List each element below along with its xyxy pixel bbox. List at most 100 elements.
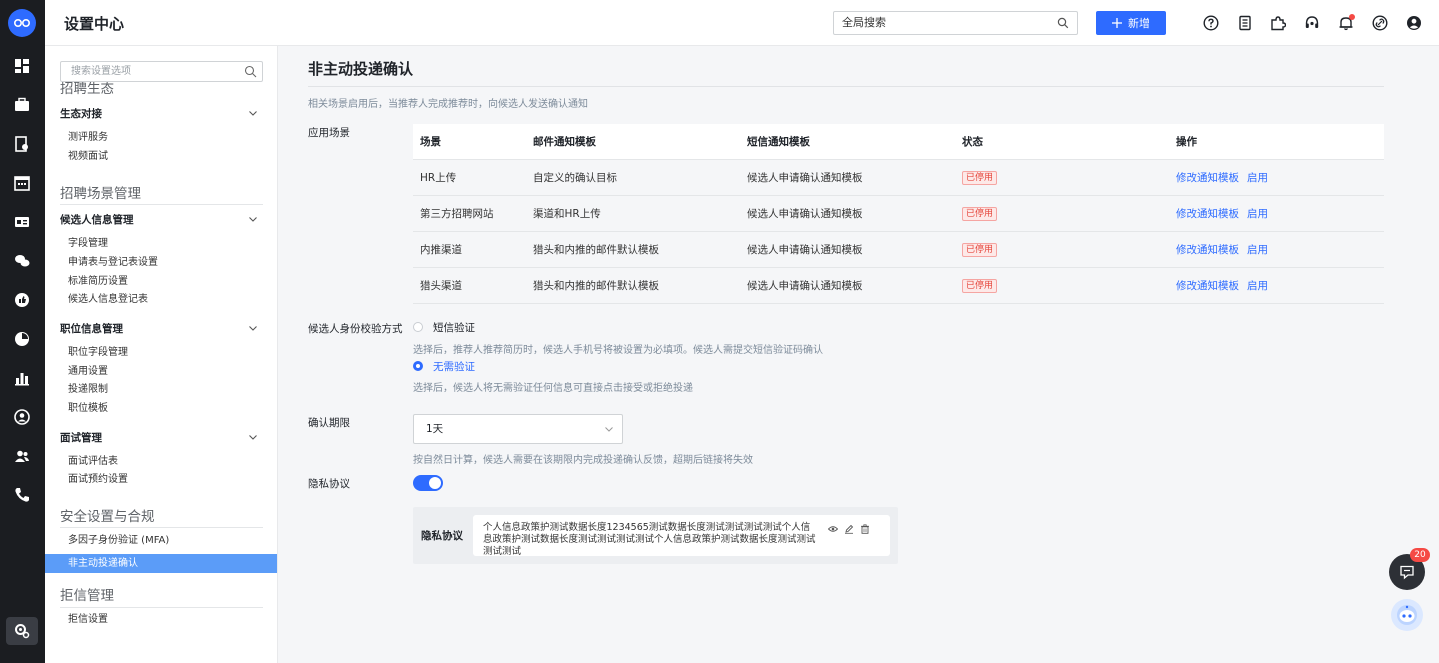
edit-icon[interactable] — [844, 524, 854, 534]
chevron-down-icon[interactable] — [248, 432, 258, 442]
help-icon[interactable] — [1203, 15, 1219, 31]
sidebar-item-position-fields[interactable]: 职位字段管理 — [68, 343, 128, 358]
radio-sms-verify[interactable] — [413, 322, 423, 332]
phone-icon[interactable] — [13, 486, 31, 504]
id-card-icon[interactable] — [13, 213, 31, 231]
toggle-knob — [429, 477, 441, 489]
section-position-info[interactable]: 职位信息管理 — [60, 321, 123, 336]
link-icon[interactable] — [1372, 15, 1388, 31]
table-header: 场景 邮件通知模板 短信通知模板 状态 操作 — [413, 124, 1384, 160]
edit-template-link[interactable]: 修改通知模板 — [1176, 280, 1239, 292]
message-icon — [1400, 565, 1414, 580]
privacy-policy-text: 个人信息政策护测试数据长度1234565测试数据长度测试测试测试测试个人信息政策… — [483, 522, 816, 557]
section-candidate-info[interactable]: 候选人信息管理 — [60, 212, 134, 227]
column-header: 邮件通知模板 — [533, 136, 596, 148]
bar-chart-icon[interactable] — [13, 369, 31, 387]
sidebar-item-interview-booking[interactable]: 面试预约设置 — [68, 470, 128, 485]
headset-icon[interactable] — [1304, 15, 1320, 31]
divider — [60, 527, 263, 528]
enable-link[interactable]: 启用 — [1247, 172, 1268, 184]
settings-gear-icon[interactable] — [6, 617, 38, 645]
sms-template-cell: 候选人申请确认通知模板 — [747, 172, 863, 184]
thumbs-up-icon[interactable] — [13, 291, 31, 309]
chat-icon[interactable] — [13, 252, 31, 270]
settings-search-input[interactable]: 搜索设置选项 — [60, 61, 263, 82]
dashboard-icon[interactable] — [13, 57, 31, 75]
user-circle-icon[interactable] — [13, 408, 31, 426]
sidebar-item-passive-delivery-confirm[interactable]: 非主动投递确认 — [45, 554, 277, 573]
app-logo-icon[interactable] — [8, 9, 36, 37]
sidebar-item-rejection-settings[interactable]: 拒信设置 — [68, 610, 108, 625]
radio-no-verify[interactable] — [413, 361, 423, 371]
sidebar-item-mfa[interactable]: 多因子身份验证 (MFA) — [68, 531, 169, 546]
table-row: HR上传 自定义的确认目标 候选人申请确认通知模板 已停用 修改通知模板 启用 — [413, 160, 1384, 196]
privacy-toggle[interactable] — [413, 475, 443, 491]
global-search-input[interactable]: 全局搜索 — [833, 11, 1078, 35]
group-security-compliance: 安全设置与合规 — [60, 509, 155, 525]
group-recruit-scene: 招聘场景管理 — [60, 186, 141, 202]
sms-verify-label[interactable]: 短信验证 — [433, 320, 475, 335]
no-verify-label[interactable]: 无需验证 — [433, 359, 475, 374]
briefcase-icon[interactable] — [13, 96, 31, 114]
delete-icon[interactable] — [860, 524, 870, 534]
privacy-label: 隐私协议 — [308, 478, 350, 490]
column-header: 状态 — [962, 136, 983, 148]
enable-link[interactable]: 启用 — [1247, 208, 1268, 220]
status-cell: 已停用 — [962, 160, 998, 196]
scene-cell: 猎头渠道 — [420, 280, 462, 292]
team-icon[interactable] — [13, 447, 31, 465]
document-icon[interactable] — [1237, 15, 1253, 31]
sms-template-cell: 候选人申请确认通知模板 — [747, 244, 863, 256]
sidebar-item-field-management[interactable]: 字段管理 — [68, 234, 108, 249]
deadline-value: 1天 — [426, 423, 444, 435]
sidebar-item-interview-evaluation[interactable]: 面试评估表 — [68, 452, 118, 467]
edit-template-link[interactable]: 修改通知模板 — [1176, 208, 1239, 220]
chevron-down-icon[interactable] — [248, 108, 258, 118]
sidebar-item-application-form[interactable]: 申请表与登记表设置 — [68, 253, 158, 268]
assistant-bot-button[interactable] — [1391, 599, 1423, 631]
section-interview[interactable]: 面试管理 — [60, 430, 102, 445]
sms-template-cell: 候选人申请确认通知模板 — [747, 208, 863, 220]
sidebar-item-assessment[interactable]: 测评服务 — [68, 128, 108, 143]
table-row: 第三方招聘网站 渠道和HR上传 候选人申请确认通知模板 已停用 修改通知模板 启用 — [413, 196, 1384, 232]
sidebar-item-general-settings[interactable]: 通用设置 — [68, 362, 108, 377]
enable-link[interactable]: 启用 — [1247, 280, 1268, 292]
column-header: 场景 — [420, 136, 441, 148]
privacy-box-label: 隐私协议 — [421, 530, 463, 542]
status-cell: 已停用 — [962, 196, 998, 232]
edit-template-link[interactable]: 修改通知模板 — [1176, 244, 1239, 256]
status-cell: 已停用 — [962, 268, 998, 304]
chat-unread-badge: 20 — [1410, 548, 1430, 562]
scene-cell: 内推渠道 — [420, 244, 462, 256]
sidebar-item-position-template[interactable]: 职位模板 — [68, 399, 108, 414]
scene-cell: 第三方招聘网站 — [420, 208, 494, 220]
pie-chart-icon[interactable] — [13, 330, 31, 348]
calendar-icon[interactable] — [13, 174, 31, 192]
section-eco-integration[interactable]: 生态对接 — [60, 106, 102, 121]
sidebar-item-standard-resume[interactable]: 标准简历设置 — [68, 272, 128, 287]
verify-method-label: 候选人身份校验方式 — [308, 323, 403, 335]
divider — [60, 204, 263, 205]
chevron-down-icon — [605, 427, 613, 432]
enable-link[interactable]: 启用 — [1247, 244, 1268, 256]
status-badge: 已停用 — [962, 243, 998, 257]
plus-icon — [1112, 18, 1122, 28]
main-content: 非主动投递确认 相关场景启用后，当推荐人完成推荐时，向候选人发送确认通知 应用场… — [278, 46, 1439, 663]
document-search-icon[interactable] — [13, 135, 31, 153]
notification-bell-icon[interactable] — [1338, 14, 1355, 31]
sidebar-item-candidate-register[interactable]: 候选人信息登记表 — [68, 290, 148, 305]
sidebar-item-delivery-limit[interactable]: 投递限制 — [68, 380, 108, 395]
edit-template-link[interactable]: 修改通知模板 — [1176, 172, 1239, 184]
sidebar-item-video-interview[interactable]: 视频面试 — [68, 147, 108, 162]
chevron-down-icon[interactable] — [248, 214, 258, 224]
new-button[interactable]: 新增 — [1096, 11, 1166, 35]
status-badge: 已停用 — [962, 171, 998, 185]
chevron-down-icon[interactable] — [248, 323, 258, 333]
status-badge: 已停用 — [962, 279, 998, 293]
user-avatar-icon[interactable] — [1406, 15, 1422, 31]
actions-cell: 修改通知模板 启用 — [1176, 268, 1276, 304]
deadline-select[interactable]: 1天 — [413, 414, 623, 444]
eye-icon[interactable] — [828, 524, 838, 534]
email-template-cell: 猎头和内推的邮件默认模板 — [533, 244, 659, 256]
puzzle-icon[interactable] — [1270, 15, 1287, 31]
